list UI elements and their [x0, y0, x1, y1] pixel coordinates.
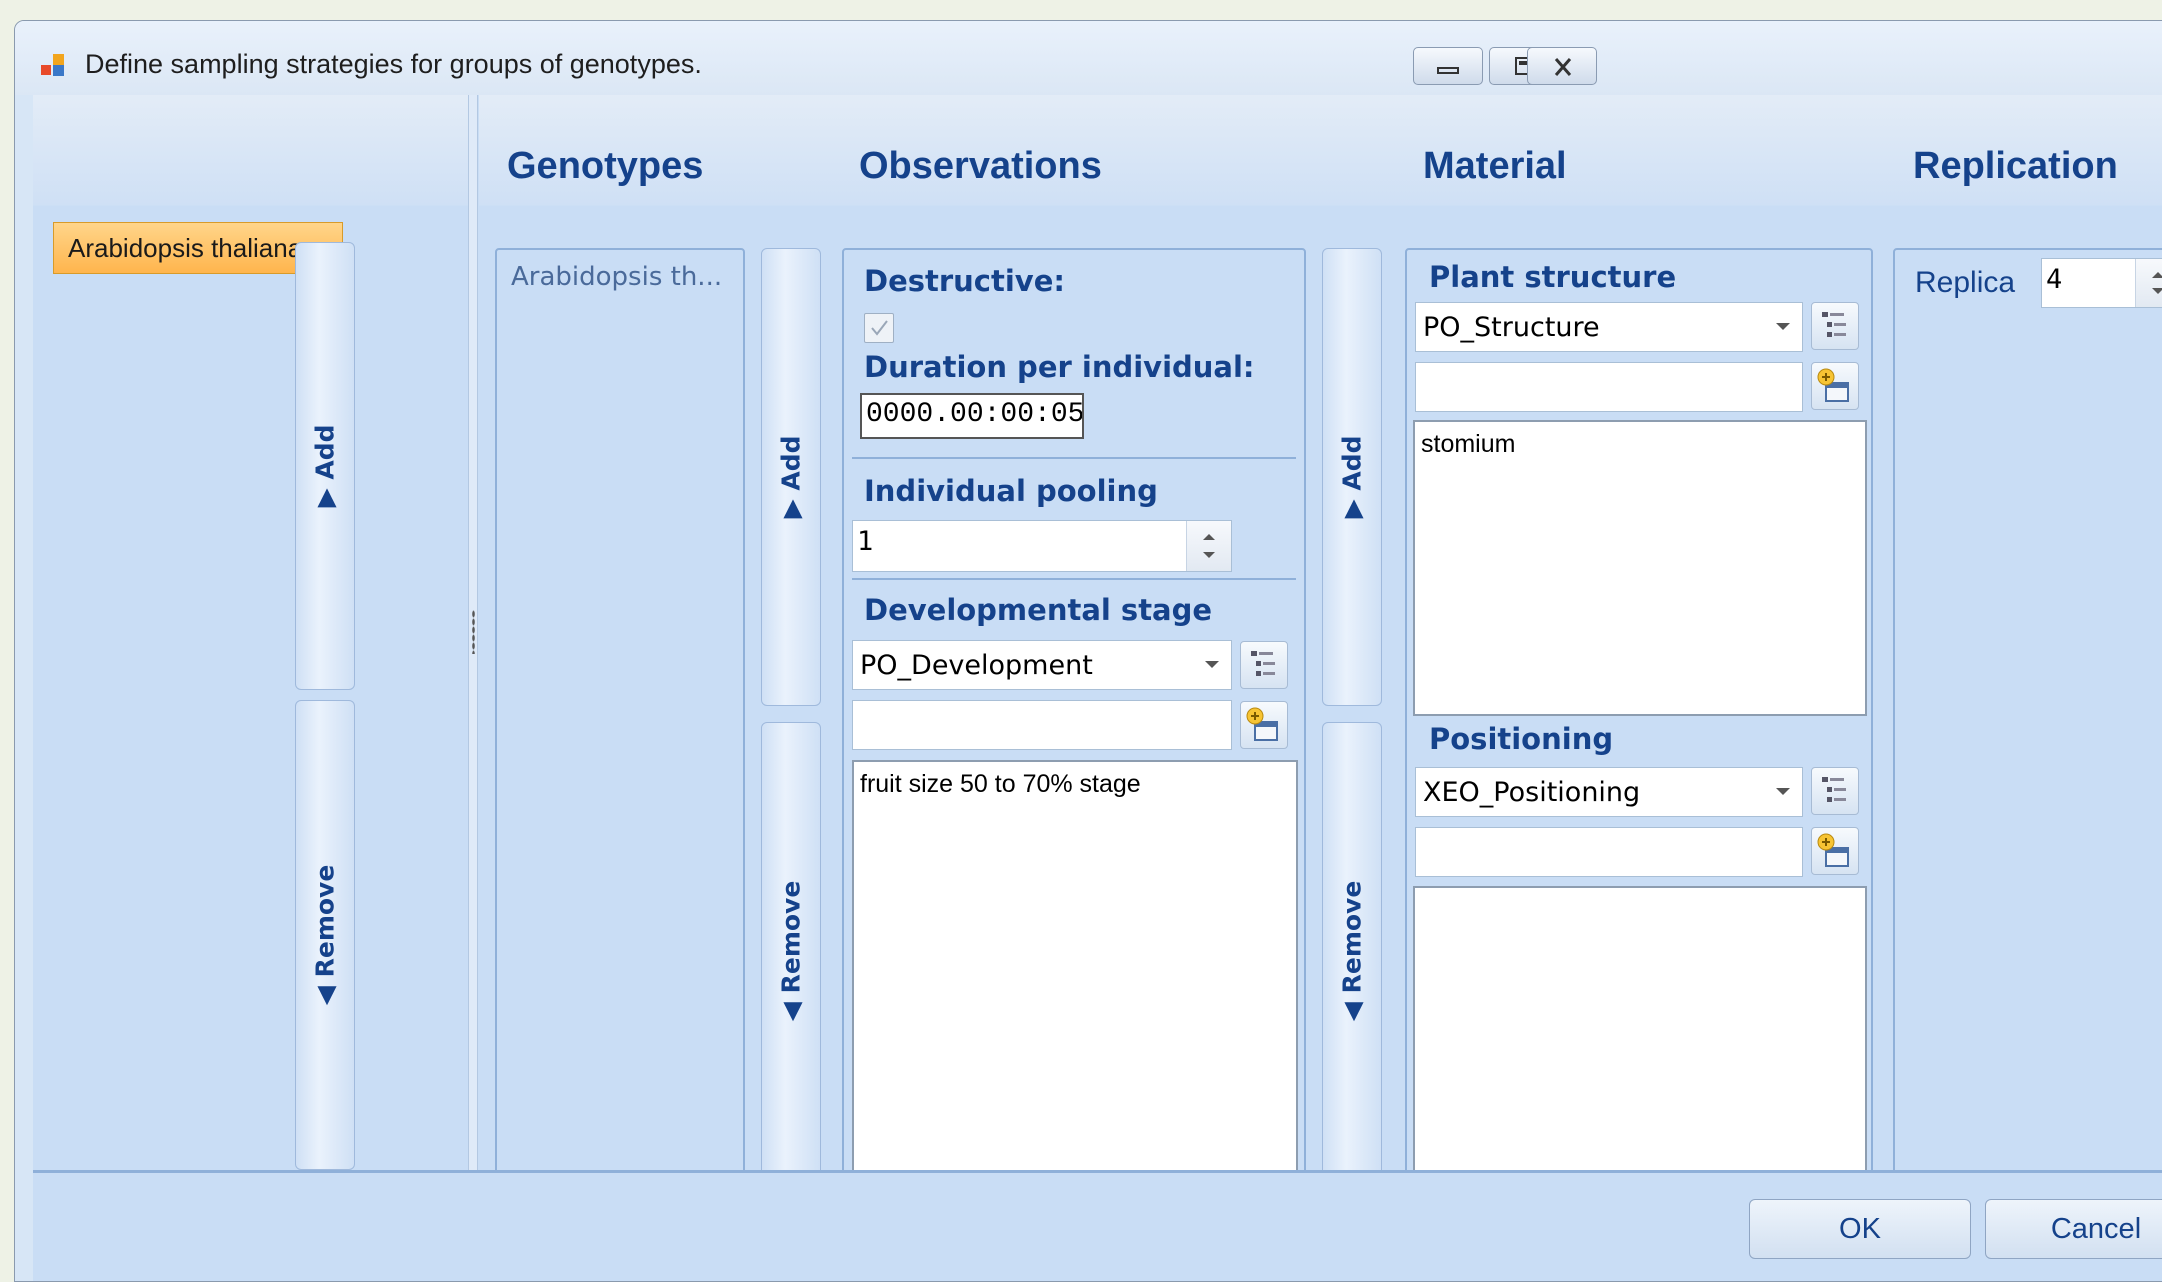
- replica-spinner[interactable]: 4: [2041, 258, 2162, 308]
- chevron-down-icon: [1776, 788, 1790, 795]
- plant-structure-tree-button[interactable]: [1811, 302, 1859, 350]
- add-term-icon: [1817, 833, 1849, 867]
- remove-observation-label: ◀ Remove: [776, 880, 806, 1022]
- positioning-add-term-button[interactable]: [1811, 827, 1859, 875]
- dev-stage-tree-button[interactable]: [1240, 641, 1288, 689]
- ontology-tree-icon: [1822, 312, 1846, 337]
- add-term-icon: [1817, 368, 1849, 402]
- material-panel: Plant structure PO_Structure stomium Pos…: [1405, 248, 1873, 1180]
- positioning-ontology-select[interactable]: XEO_Positioning: [1415, 767, 1803, 817]
- replica-value: 4: [2046, 264, 2063, 295]
- plant-structure-search-input[interactable]: [1415, 362, 1803, 412]
- add-observation-label: ▶ Add: [776, 435, 806, 519]
- dev-stage-ontology-value: PO_Development: [860, 650, 1093, 681]
- add-label-text: Add: [776, 435, 806, 491]
- pooling-spinner[interactable]: 1: [852, 520, 1232, 572]
- app-icon: [41, 54, 64, 76]
- chevron-down-icon: [1776, 323, 1790, 330]
- plant-structure-list[interactable]: stomium: [1413, 420, 1867, 716]
- remove-label-text: Remove: [310, 864, 340, 978]
- replica-spin-buttons[interactable]: [2135, 259, 2162, 307]
- replication-header: Replication: [1913, 145, 2118, 187]
- spin-down-icon: [2152, 288, 2162, 294]
- observations-separator-2: [852, 578, 1296, 580]
- positioning-tree-button[interactable]: [1811, 767, 1859, 815]
- check-icon: [871, 320, 888, 336]
- add-group-button[interactable]: ▶ Add: [295, 242, 355, 690]
- add-label-text: Add: [1337, 435, 1367, 491]
- add-material-label: ▶ Add: [1337, 435, 1367, 519]
- minimize-icon: [1437, 67, 1459, 74]
- minimize-button[interactable]: [1413, 47, 1483, 85]
- pooling-spin-buttons[interactable]: [1186, 521, 1231, 571]
- remove-group-label: ◀ Remove: [310, 864, 340, 1006]
- cancel-button[interactable]: Cancel: [1985, 1199, 2162, 1259]
- positioning-ontology-value: XEO_Positioning: [1423, 777, 1641, 808]
- positioning-list[interactable]: [1413, 886, 1867, 1178]
- splitter-grip: [472, 610, 475, 654]
- remove-material-label: ◀ Remove: [1337, 880, 1367, 1022]
- pooling-label: Individual pooling: [864, 474, 1158, 508]
- duration-label: Duration per individual:: [864, 350, 1255, 384]
- remove-label-text: Remove: [1337, 880, 1367, 994]
- button-bar: OK Cancel: [33, 1170, 2162, 1281]
- remove-observation-button[interactable]: ◀ Remove: [761, 722, 821, 1180]
- spin-down-icon: [1203, 552, 1215, 558]
- add-group-label: ▶ Add: [310, 424, 340, 508]
- plant-structure-list-item[interactable]: stomium: [1421, 430, 1859, 459]
- ontology-tree-icon: [1251, 651, 1275, 676]
- chevron-down-icon: [1205, 661, 1219, 668]
- destructive-checkbox[interactable]: [864, 313, 894, 343]
- positioning-search-input[interactable]: [1415, 827, 1803, 877]
- add-label-text: Add: [310, 424, 340, 480]
- dialog-window: Define sampling strategies for groups of…: [14, 20, 2162, 1282]
- ontology-tree-icon: [1822, 777, 1846, 802]
- splitter[interactable]: [468, 95, 478, 1170]
- positioning-label: Positioning: [1429, 722, 1614, 756]
- duration-input[interactable]: 0000.00:00:05: [860, 393, 1084, 439]
- close-icon: [1554, 58, 1572, 76]
- dev-stage-ontology-select[interactable]: PO_Development: [852, 640, 1232, 690]
- remove-label-text: Remove: [776, 880, 806, 994]
- material-header: Material: [1423, 145, 1567, 187]
- remove-material-button[interactable]: ◀ Remove: [1322, 722, 1382, 1180]
- window-title: Define sampling strategies for groups of…: [85, 49, 702, 79]
- plant-structure-ontology-select[interactable]: PO_Structure: [1415, 302, 1803, 352]
- genotype-list-item[interactable]: Arabidopsis th...: [511, 262, 722, 292]
- pooling-value: 1: [857, 526, 874, 557]
- genotypes-list[interactable]: Arabidopsis th...: [495, 248, 745, 1180]
- add-term-icon: [1246, 707, 1278, 741]
- dev-stage-list-item[interactable]: fruit size 50 to 70% stage: [860, 770, 1290, 799]
- observations-separator-1: [852, 457, 1296, 459]
- dev-stage-add-term-button[interactable]: [1240, 701, 1288, 749]
- replication-panel: Replica 4: [1893, 248, 2162, 1180]
- ok-button[interactable]: OK: [1749, 1199, 1971, 1259]
- observations-panel: Destructive: Duration per individual: 00…: [842, 248, 1306, 1180]
- plant-structure-add-term-button[interactable]: [1811, 362, 1859, 410]
- remove-group-button[interactable]: ◀ Remove: [295, 700, 355, 1170]
- close-button[interactable]: [1527, 47, 1597, 85]
- plant-structure-label: Plant structure: [1429, 260, 1677, 294]
- dev-stage-search-input[interactable]: [852, 700, 1232, 750]
- main-panel: Genotypes Observations Material Replicat…: [479, 95, 2162, 1180]
- dev-stage-label: Developmental stage: [864, 593, 1213, 627]
- add-material-button[interactable]: ▶ Add: [1322, 248, 1382, 706]
- spin-up-icon: [1203, 534, 1215, 540]
- observations-header: Observations: [859, 145, 1102, 187]
- replica-label: Replica: [1915, 266, 2016, 299]
- title-bar: Define sampling strategies for groups of…: [15, 21, 2162, 95]
- spin-up-icon: [2152, 272, 2162, 278]
- dialog-client: Arabidopsis thaliana.... ▶ Add ◀ Remove …: [33, 95, 2162, 1281]
- add-observation-button[interactable]: ▶ Add: [761, 248, 821, 706]
- destructive-label: Destructive:: [864, 264, 1065, 298]
- group-panel: Arabidopsis thaliana.... ▶ Add ◀ Remove: [33, 95, 468, 1170]
- dev-stage-list[interactable]: fruit size 50 to 70% stage: [852, 760, 1298, 1178]
- genotypes-header: Genotypes: [507, 145, 704, 187]
- plant-structure-ontology-value: PO_Structure: [1423, 312, 1600, 343]
